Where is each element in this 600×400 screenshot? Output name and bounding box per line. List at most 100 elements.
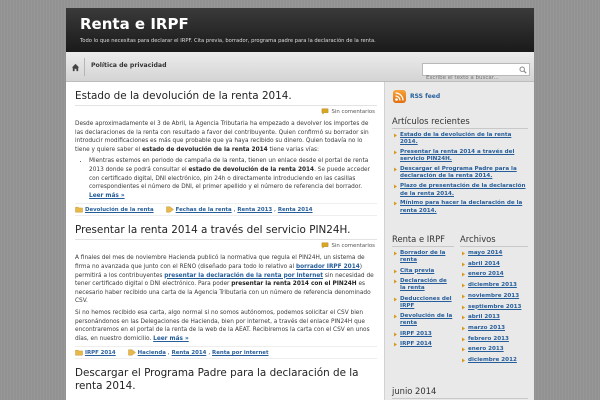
archive-item[interactable]: enero 2014 [460,271,528,278]
category-item[interactable]: IRPF 2013 [392,331,454,338]
post-body: A finales del mes de noviembre Hacienda … [75,254,377,343]
inline-link[interactable]: borrador IRPF 2014 [296,264,360,270]
recent-post-link[interactable]: Estado de la devolución de la renta 2014… [392,132,528,147]
recent-post-link[interactable]: Mínimo para hacer la declaración de la r… [392,200,528,215]
post: Estado de la devolución de la renta 2014… [75,90,377,217]
tag-link[interactable]: Renta 2014 [172,350,207,356]
tag-link[interactable]: Renta 2013 [237,207,272,213]
main-content: Estado de la devolución de la renta 2014… [66,82,384,400]
bullet-icon [394,332,397,337]
bullet-icon [462,272,465,277]
category-item[interactable]: Declaración de la renta [392,278,454,292]
bullet-icon [462,251,465,256]
post-meta: Sin comentarios [75,239,377,252]
bullet-icon [394,314,397,319]
folder-icon [75,207,83,213]
site-title[interactable]: Renta e IRPF [80,15,189,33]
search-box [422,63,530,84]
archive-item[interactable]: abril 2014 [460,261,528,268]
category-link[interactable]: Devolución de la renta [85,207,154,213]
recent-post-link[interactable]: Plazo de presentación de la declaración … [392,183,528,198]
bullet-icon [462,315,465,320]
archive-item[interactable]: noviembre 2013 [460,293,528,300]
widget-title: Archivos [460,234,528,247]
category-item[interactable]: Cita previa [392,268,454,275]
bullet-icon [394,251,397,256]
bullet-icon [394,150,397,155]
bullet-icon [394,184,397,189]
category-item[interactable]: IRPF 2014 [392,341,454,348]
bullet-icon [394,167,397,172]
category-item[interactable]: Deducciones del IRPF [392,296,454,310]
category-item[interactable]: Borrador de la renta [392,250,454,264]
read-more-link[interactable]: Leer más » [153,336,189,342]
rss-icon [393,90,406,103]
post-paragraph: A finales del mes de noviembre Hacienda … [75,255,374,305]
site-tagline: Todo lo que necesitas para declarar el I… [80,38,376,44]
post-title[interactable]: Presentar la renta 2014 a través del ser… [75,224,377,237]
search-icon[interactable] [519,66,527,74]
widget-title: Renta e IRPF [392,234,454,247]
bullet-icon [462,358,465,363]
comment-icon [322,242,329,250]
tag-link[interactable]: Hacienda [138,350,166,356]
post-meta: Sin comentarios [75,105,377,118]
archive-item[interactable]: marzo 2013 [460,325,528,332]
home-icon [71,63,79,71]
archive-item[interactable]: diciembre 2013 [460,282,528,289]
widget-title: Artículos recientes [392,116,528,129]
site-header: Renta e IRPF Todo lo que necesitas para … [66,8,534,52]
bullet-icon [394,201,397,206]
tag-link[interactable]: Fechas de la renta [176,207,232,213]
archive-item[interactable]: septiembre 2013 [460,304,528,311]
rss-label: RSS feed [410,93,441,100]
tag-icon [165,206,174,213]
post-categories: IRPF 2014 Hacienda, Renta 2014, Renta po… [75,346,377,360]
page-frame: Renta e IRPF Todo lo que necesitas para … [66,8,534,400]
archive-item[interactable]: diciembre 2012 [460,357,528,364]
comments-count: Sin comentarios [331,108,375,115]
nav-divider [84,58,85,76]
comments-link[interactable]: Sin comentarios [321,108,375,115]
archive-item[interactable]: abril 2013 [460,314,528,321]
sidebar: RSS feed Artículos recientes Estado de l… [384,82,534,400]
post-categories: Devolución de la renta Fechas de la rent… [75,203,377,217]
bullet-icon [394,133,397,138]
nav-privacy-link[interactable]: Política de privacidad [91,62,167,69]
calendar-title: junio 2014 [392,386,528,399]
calendar-widget: junio 2014 [392,386,528,399]
folder-icon [75,350,83,356]
post-list: Mientras estemos en periodo de campaña d… [89,157,377,200]
category-item[interactable]: Devolución de la renta [392,313,454,327]
archive-item[interactable]: mayo 2014 [460,250,528,257]
categories-widget: Renta e IRPF Borrador de la renta Cita p… [392,234,454,352]
tag-icon [127,349,136,356]
post-title[interactable]: Estado de la devolución de la renta 2014… [75,90,377,103]
tag-link[interactable]: Renta por internet [212,350,268,356]
comments-count: Sin comentarios [331,242,375,249]
tag-link[interactable]: Renta 2014 [278,207,313,213]
archive-item[interactable]: enero 2013 [460,346,528,353]
nav-bar: Política de privacidad [66,52,534,84]
recent-posts-widget: Artículos recientes Estado de la devoluc… [392,116,528,217]
bullet-icon [462,294,465,299]
archives-widget: Archivos mayo 2014 abril 2014 enero 2014… [460,234,528,368]
post-title[interactable]: Descargar el Programa Padre para la decl… [75,367,377,393]
bullet-icon [394,297,397,302]
comment-icon [322,108,329,115]
recent-post-link[interactable]: Presentar la renta 2014 a través del ser… [392,149,528,164]
category-link[interactable]: IRPF 2014 [85,350,116,356]
bullet-icon [462,326,465,331]
home-button[interactable] [66,60,84,74]
recent-post-link[interactable]: Descargar el Programa Padre para la decl… [392,166,528,181]
bullet-icon [394,279,397,284]
rss-feed-link[interactable]: RSS feed [393,90,440,103]
bullet-icon [394,269,397,274]
archive-item[interactable]: febrero 2013 [460,336,528,343]
read-more-link[interactable]: Leer más » [89,193,125,199]
post: Descargar el Programa Padre para la decl… [75,367,377,393]
inline-link[interactable]: presentar la declaración de la renta por… [164,273,323,279]
comments-link[interactable]: Sin comentarios [321,242,375,250]
bullet-icon [462,337,465,342]
bullet-icon [462,347,465,352]
